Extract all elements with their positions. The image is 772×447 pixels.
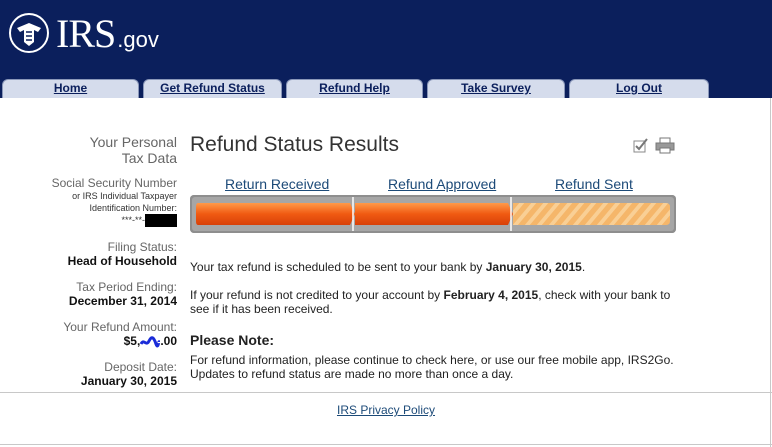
sidebar-heading-line1: Your Personal xyxy=(89,134,177,150)
page-tools xyxy=(633,137,675,154)
page-title: Refund Status Results xyxy=(190,133,399,156)
credit-message-text: If your refund is not credited to your a… xyxy=(190,288,444,302)
footer-divider xyxy=(0,392,772,393)
nav-tab-log-out[interactable]: Log Out xyxy=(569,79,709,98)
step-refund-sent[interactable]: Refund Sent xyxy=(555,176,633,192)
personal-tax-data-sidebar: Your Personal Tax Data Social Security N… xyxy=(0,100,185,392)
sidebar-heading-line2: Tax Data xyxy=(121,150,177,166)
refund-amount-block: Your Refund Amount: $5, .00 xyxy=(63,320,177,348)
ssn-block: Social Security Number or IRS Individual… xyxy=(51,176,177,228)
redaction-scribble-icon xyxy=(140,336,161,348)
please-note-text: For refund information, please continue … xyxy=(190,353,674,381)
credit-date: February 4, 2015 xyxy=(443,288,539,302)
step-refund-approved[interactable]: Refund Approved xyxy=(388,176,496,192)
ssn-value: ***-**- xyxy=(121,215,145,225)
refund-amount-prefix: $5, xyxy=(123,334,141,348)
ssn-redaction xyxy=(145,214,177,228)
nav-tab-refund-help[interactable]: Refund Help xyxy=(286,79,423,98)
refund-amount-label: Your Refund Amount: xyxy=(63,320,177,334)
please-note-heading: Please Note: xyxy=(190,332,275,348)
filing-status-value: Head of Household xyxy=(67,254,177,268)
irs-logo[interactable]: IRS .gov xyxy=(8,12,159,54)
credit-message: If your refund is not credited to your a… xyxy=(190,288,680,316)
bottom-divider xyxy=(0,444,772,445)
progress-segment-1 xyxy=(196,203,355,225)
progress-segment-3 xyxy=(513,203,670,225)
main-nav: Home Get Refund Status Refund Help Take … xyxy=(0,79,772,98)
refund-amount-suffix: .00 xyxy=(160,334,177,348)
privacy-policy-link[interactable]: IRS Privacy Policy xyxy=(337,403,435,417)
tax-period-label: Tax Period Ending: xyxy=(76,280,177,294)
ssn-label: Social Security Number xyxy=(51,176,177,190)
refund-progress-bar xyxy=(190,195,676,233)
scheduled-date: January 30, 2015 xyxy=(485,260,582,274)
progress-graphic xyxy=(190,195,676,233)
nav-tab-home[interactable]: Home xyxy=(2,79,139,98)
content-right-border xyxy=(770,98,771,447)
eagle-icon xyxy=(9,13,49,53)
tax-period-block: Tax Period Ending: December 31, 2014 xyxy=(69,280,177,308)
logo-gov-text: .gov xyxy=(117,27,159,52)
ssn-sub1: or IRS Individual Taxpayer xyxy=(72,191,177,201)
ssn-value-row: ***-**- xyxy=(52,214,177,228)
footer: IRS Privacy Policy xyxy=(0,403,772,417)
progress-segment-2 xyxy=(355,203,513,225)
print-icon[interactable] xyxy=(655,137,675,154)
nav-tab-take-survey[interactable]: Take Survey xyxy=(427,79,565,98)
site-header: IRS .gov Home Get Refund Status Refund H… xyxy=(0,0,772,98)
scheduled-message: Your tax refund is scheduled to be sent … xyxy=(190,260,680,274)
filing-status-block: Filing Status: Head of Household xyxy=(68,240,177,268)
refund-amount-value: $5, .00 xyxy=(63,334,177,348)
refund-steps: Return Received Refund Approved Refund S… xyxy=(190,176,676,192)
checkmark-icon[interactable] xyxy=(633,137,649,153)
deposit-date-block: Deposit Date: January 30, 2015 xyxy=(81,360,177,388)
deposit-date-value: January 30, 2015 xyxy=(80,374,177,388)
nav-tab-get-refund-status[interactable]: Get Refund Status xyxy=(143,79,282,98)
logo-irs-text: IRS xyxy=(56,11,116,56)
scheduled-message-text: Your tax refund is scheduled to be sent … xyxy=(190,260,486,274)
tax-period-value: December 31, 2014 xyxy=(68,294,177,308)
deposit-date-label: Deposit Date: xyxy=(104,360,177,374)
ssn-sub2: Identification Number: xyxy=(89,203,177,213)
scheduled-message-end: . xyxy=(581,260,586,274)
step-return-received[interactable]: Return Received xyxy=(225,176,329,192)
filing-status-label: Filing Status: xyxy=(107,240,177,254)
sidebar-heading: Your Personal Tax Data xyxy=(90,134,177,166)
